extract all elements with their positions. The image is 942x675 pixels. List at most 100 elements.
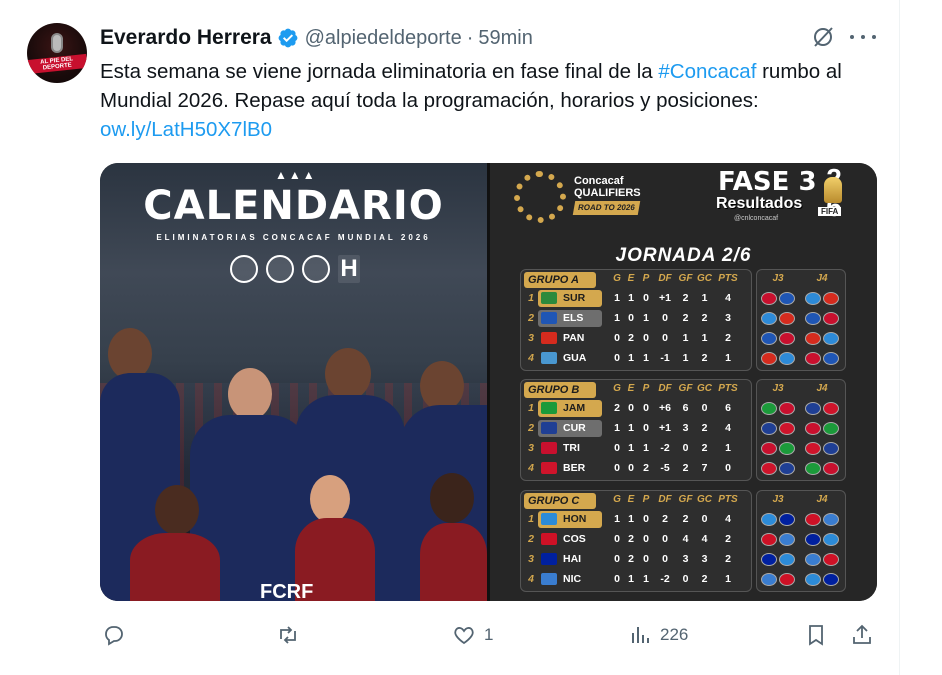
mini-flag-icon [761,572,777,586]
team-name: HON [563,513,587,525]
stats-header-cell: GC [697,494,712,505]
stat-cell: -2 [660,573,670,585]
retweet-button[interactable] [276,620,308,650]
separator-dot: · [466,26,474,49]
tweet-timestamp[interactable]: 59min [478,27,532,50]
mini-flag-icon [761,291,777,305]
stat-cell: 6 [682,402,689,414]
stats-header-cell: P [642,494,650,505]
fixture-pair [805,351,839,365]
share-button[interactable] [850,620,874,650]
stats-header-cell: PTS [718,494,738,505]
table-row: 4 BER 0 0 2 -5 2 7 0 [524,459,748,477]
stat-cell: 2 [682,292,689,304]
mini-flag-icon [823,401,839,415]
bookmark-icon [809,625,823,646]
stat-cell: 2 [662,513,668,525]
mini-flag-icon [761,351,777,365]
team-cell: BER [538,460,602,477]
fixture-flags [756,550,844,568]
views-button[interactable]: 226 [628,620,688,650]
team-cell: ELS [538,309,602,327]
stat-cell: -5 [660,462,670,474]
stat-cell: 0 [643,422,649,434]
like-button[interactable]: 1 [452,620,493,650]
tweet-card[interactable]: AL PIE DEL DEPORTE Everardo Herrera @alp… [0,0,900,675]
flag-icon [541,332,557,344]
team-name: NIC [563,573,582,585]
fixture-round-label: J4 [816,494,828,505]
concacaf-label: Concacaf [574,175,624,187]
heart-icon [454,627,474,645]
team-cell: HAI [538,551,602,568]
mini-flag-icon [805,311,821,325]
stat-cell: 2 [701,312,708,324]
grok-icon[interactable] [810,24,836,50]
mini-flag-icon [761,532,777,546]
trophy-icon [824,177,842,203]
image-handle: @cnlconcacaf [734,215,779,222]
table-row: 3 HAI 0 2 0 0 3 3 2 [524,550,748,568]
fixture-pair [761,461,795,475]
stat-cell: 0 [614,462,620,474]
fixture-pair [761,421,795,435]
tweet-header: Everardo Herrera @alpiedeldeporte · 59mi… [100,24,533,52]
stats-header-cell: GC [697,273,712,284]
tweet-media[interactable]: ▲▲▲ CALENDARIO ELIMINATORIAS CONCACAF MU… [100,163,877,601]
fixture-round-label: J4 [816,273,828,284]
more-options-icon[interactable] [850,30,876,44]
stat-cell: 2 [682,312,689,324]
stat-cell: 0 [614,442,620,454]
url-link[interactable]: ow.ly/LatH50X7lB0 [100,118,272,141]
stat-cell: 1 [682,352,689,364]
stat-cell: 0 [643,533,649,545]
bookmark-button[interactable] [804,620,828,650]
table-row: 1 SUR 1 1 0 +1 2 1 4 [524,289,748,307]
mini-flag-icon [823,572,839,586]
mini-flag-icon [761,311,777,325]
table-row: 3 PAN 0 2 0 0 1 1 2 [524,329,748,347]
stat-cell: 4 [725,422,731,434]
group-title: GRUPO B [524,382,596,398]
author-handle[interactable]: @alpiedeldeporte [305,27,462,50]
player-head [325,348,371,400]
team-name: SUR [563,292,586,304]
hashtag-link[interactable]: #Concacaf [658,60,756,83]
team-cell: JAM [538,399,602,417]
verified-badge-icon [278,28,298,48]
stat-cell: 0 [628,312,634,324]
flag-icon [541,533,557,545]
table-row: 3 TRI 0 1 1 -2 0 2 1 [524,439,748,457]
stat-cell: 1 [614,422,620,434]
stat-cell: 2 [725,533,731,545]
stat-cell: 0 [614,573,620,585]
mini-flag-icon [779,572,795,586]
crest-icon [266,255,294,283]
author-avatar[interactable]: AL PIE DEL DEPORTE [27,23,87,83]
mini-flag-icon [823,461,839,475]
mini-flag-icon [761,421,777,435]
concacaf-qualifiers-label: Concacaf QUALIFIERS ROAD TO 2026 [572,175,641,215]
stat-cell: 0 [643,332,649,344]
fcrf-logo-text: FCRF [260,581,314,601]
team-name: BER [563,462,586,474]
stat-cell: 2 [628,332,634,344]
mini-flag-icon [805,421,821,435]
mini-flag-icon [779,291,795,305]
stat-cell: 1 [643,352,649,364]
fixture-pair [761,331,795,345]
stat-cell: 4 [682,533,689,545]
group-title: GRUPO C [524,493,596,509]
calendar-image[interactable]: ▲▲▲ CALENDARIO ELIMINATORIAS CONCACAF MU… [100,163,487,601]
fixture-pair [761,441,795,455]
stats-header: G E P DF GF GC PTS [610,273,742,284]
flag-icon [541,442,557,454]
stat-cell: 3 [682,422,689,434]
stats-header-cell: GF [678,383,693,394]
stats-header-cell: E [627,383,635,394]
stat-cell: 4 [725,292,731,304]
author-name[interactable]: Everardo Herrera [100,26,272,50]
results-image[interactable]: Concacaf QUALIFIERS ROAD TO 2026 FASE 3 … [490,163,877,601]
team-name: PAN [563,332,585,344]
reply-button[interactable] [102,620,134,650]
